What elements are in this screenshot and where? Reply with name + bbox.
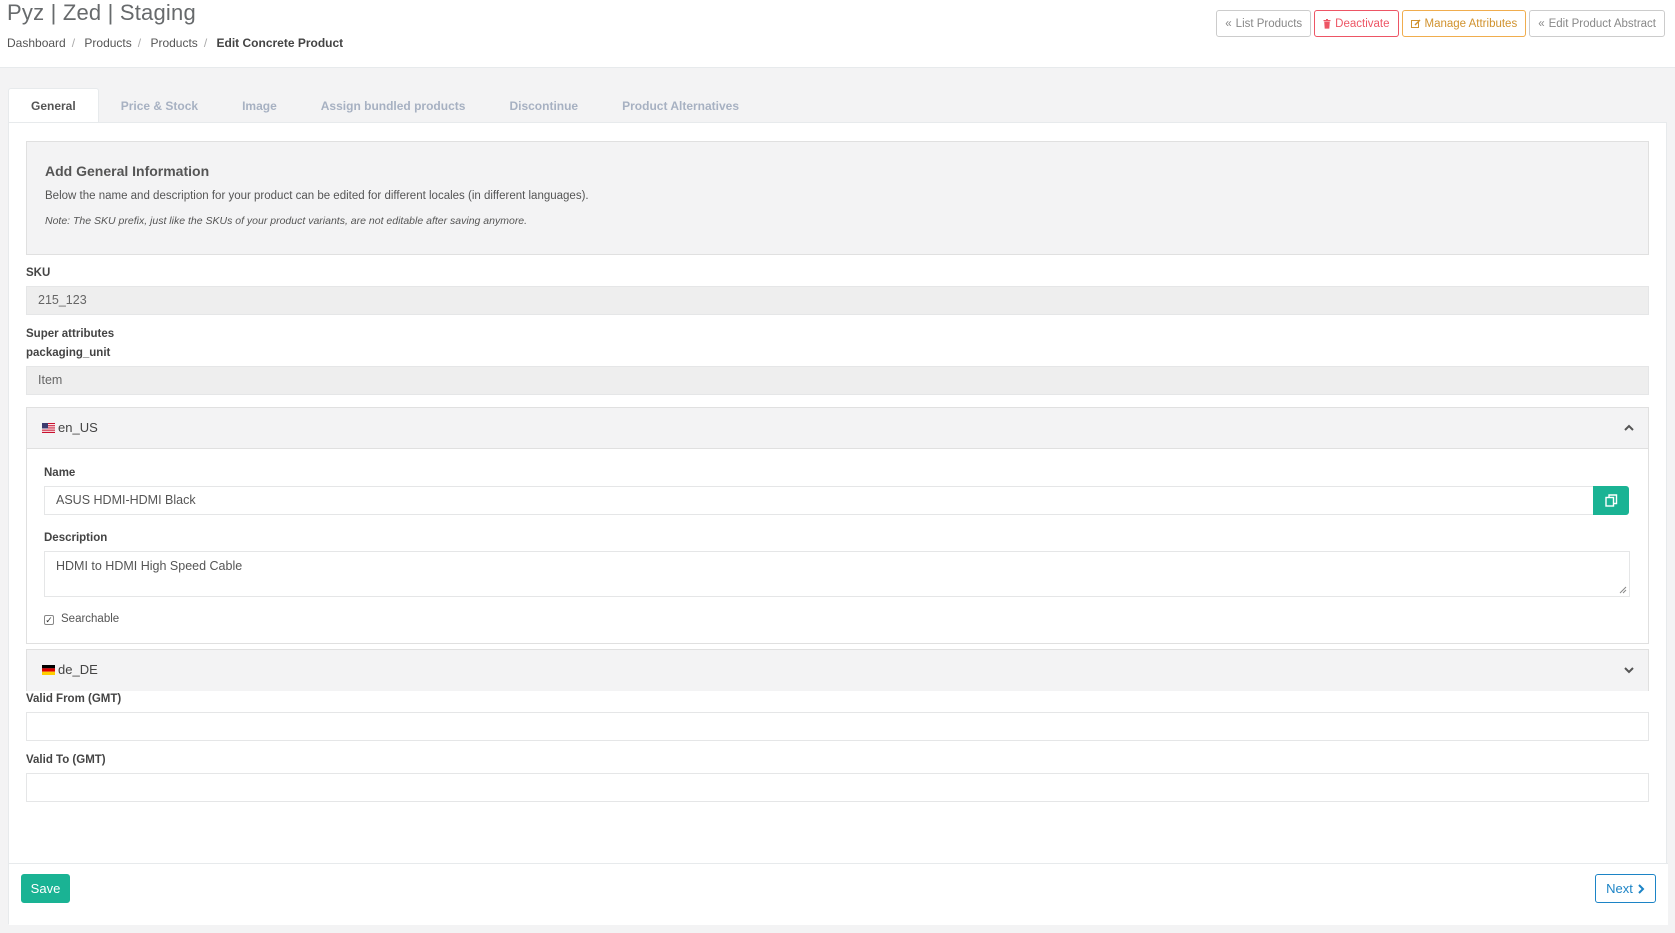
chevron-up-icon[interactable] [1622,421,1636,435]
next-button[interactable]: Next [1595,874,1656,903]
deactivate-button[interactable]: Deactivate [1314,10,1399,37]
sku-field: 215_123 [26,286,1649,315]
info-title: Add General Information [45,163,210,179]
searchable-checkbox[interactable]: ✓ [44,615,54,625]
edit-product-abstract-button[interactable]: « Edit Product Abstract [1529,10,1665,37]
resize-grip-icon[interactable] [1618,585,1627,594]
edit-icon [1410,19,1420,28]
super-attributes-label: Super attributes [26,328,115,340]
locale-header-de-de[interactable]: de_DE [27,650,1648,691]
breadcrumb-products-2[interactable]: Products [150,36,197,50]
packaging-unit-field: Item [26,366,1649,395]
tab-price-stock[interactable]: Price & Stock [99,88,220,123]
packaging-unit-label: packaging_unit [26,347,111,359]
edit-product-abstract-label: Edit Product Abstract [1548,17,1656,30]
top-actions: « List Products Deactivate Manage Attrib… [1216,10,1665,37]
tab-assign-bundled-products[interactable]: Assign bundled products [299,88,488,123]
page-header: Pyz | Zed | Staging Dashboard / Products /… [0,0,1675,68]
info-note: Note: The SKU prefix, just like the SKUs… [45,215,528,227]
name-label: Name [44,467,76,479]
locale-section-en-us: en_US Name ASUS HDMI-HDMI Black Descript… [26,407,1649,644]
description-label: Description [44,532,108,544]
locale-code-de-de: de_DE [58,662,98,677]
breadcrumb-dashboard[interactable]: Dashboard [7,36,66,50]
de-flag-icon [42,665,55,675]
description-text: HDMI to HDMI High Speed Cable [56,559,243,573]
main-content: General Price & Stock Image Assign bundl… [8,88,1668,925]
manage-attributes-button[interactable]: Manage Attributes [1401,10,1527,37]
trash-icon [1323,18,1331,29]
list-products-label: List Products [1235,17,1303,30]
locale-header-en-us[interactable]: en_US [27,408,1648,449]
valid-from-label: Valid From (GMT) [26,693,122,705]
info-text: Below the name and description for your … [45,190,589,202]
tab-product-alternatives[interactable]: Product Alternatives [600,88,761,123]
manage-attributes-label: Manage Attributes [1424,17,1518,30]
valid-to-input[interactable] [26,773,1649,802]
app-title: Pyz | Zed | Staging [7,0,196,25]
tab-panel-general: Add General Information Below the name a… [8,122,1668,925]
double-chevron-left-icon: « [1538,17,1545,30]
double-chevron-left-icon: « [1225,17,1232,30]
us-flag-icon [42,423,55,433]
searchable-label: Searchable [61,613,120,625]
form-footer: Save Next [9,863,1668,925]
copy-name-button[interactable] [1593,486,1629,515]
locale-code-en-us: en_US [58,420,98,435]
valid-to-label: Valid To (GMT) [26,754,106,766]
copy-icon [1604,494,1617,507]
chevron-right-icon [1638,883,1645,894]
valid-from-input[interactable] [26,712,1649,741]
name-input[interactable]: ASUS HDMI-HDMI Black [44,486,1594,515]
breadcrumb-products[interactable]: Products [84,36,131,50]
tab-bar: General Price & Stock Image Assign bundl… [8,88,761,123]
next-label: Next [1606,881,1633,896]
tab-general[interactable]: General [8,88,99,123]
list-products-button[interactable]: « List Products [1216,10,1312,37]
info-box: Add General Information Below the name a… [26,141,1649,255]
tab-image[interactable]: Image [220,88,299,123]
sku-label: SKU [26,267,51,279]
description-textarea[interactable]: HDMI to HDMI High Speed Cable [44,551,1630,597]
save-button[interactable]: Save [21,874,70,903]
locale-section-de-de: de_DE [26,649,1649,691]
deactivate-label: Deactivate [1335,17,1390,30]
breadcrumb: Dashboard / Products / Products / Edit Conc… [7,36,344,50]
tab-discontinue[interactable]: Discontinue [487,88,600,123]
chevron-down-icon[interactable] [1622,663,1636,677]
breadcrumb-current: Edit Concrete Product [216,36,344,50]
